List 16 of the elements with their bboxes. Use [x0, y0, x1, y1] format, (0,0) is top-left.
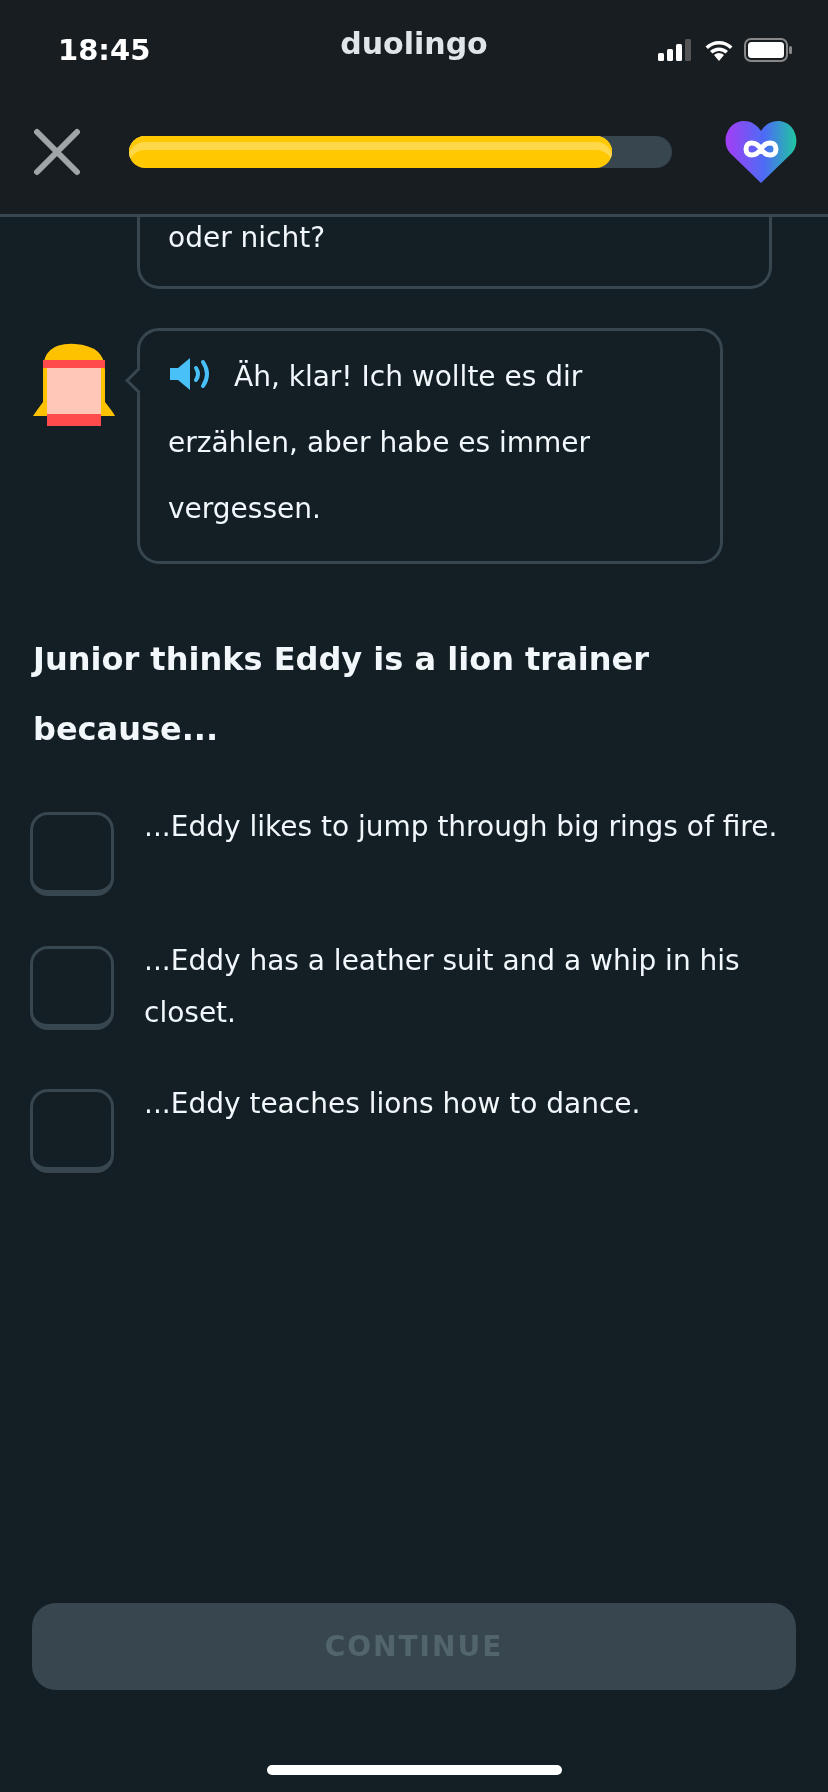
option-label: ...Eddy teaches lions how to dance.: [144, 1086, 641, 1122]
status-time: 18:45: [58, 33, 151, 67]
bubble-text: oder nicht?: [168, 220, 327, 256]
question-text: Junior thinks Eddy is a lion trainer because...: [33, 639, 650, 750]
wifi-icon: [704, 39, 734, 61]
checkbox[interactable]: [30, 812, 114, 896]
battery-icon: [744, 38, 792, 62]
app-name: duolingo: [340, 26, 488, 61]
signal-icon: [658, 39, 694, 61]
bubble-text: Äh, klar! Ich wollte es dir erzählen, aber habe es immer vergessen.: [168, 344, 692, 542]
checkbox[interactable]: [30, 1089, 114, 1173]
checkbox[interactable]: [30, 946, 114, 1030]
close-icon[interactable]: [33, 128, 81, 176]
option-label: ...Eddy has a leather suit and a whip in his closet.: [144, 943, 741, 1031]
option-label: ...Eddy likes to jump through big rings of fire.: [144, 809, 778, 845]
heart-icon[interactable]: [724, 119, 798, 185]
